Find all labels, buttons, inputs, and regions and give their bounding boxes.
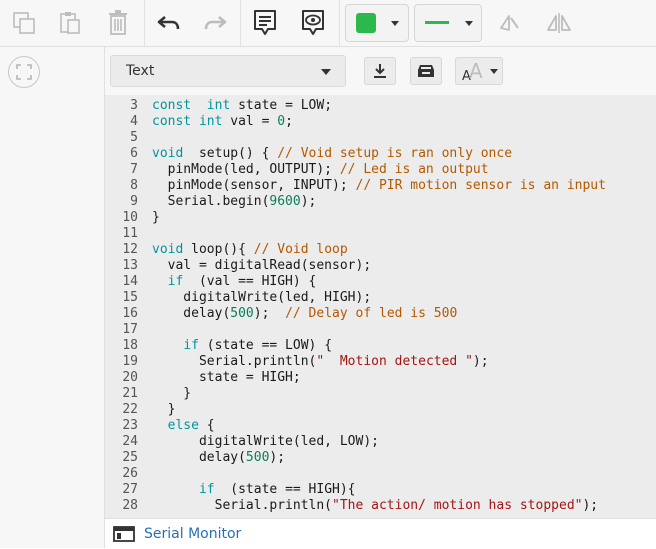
fill-color-icon [356,13,376,33]
line-text: const int val = 0; [152,114,293,129]
line-text: else { [167,418,215,433]
line-text: state = HIGH; [152,370,301,385]
fullscreen-icon [16,64,32,80]
notes-icon[interactable] [249,6,281,40]
svg-text:A: A [469,60,483,82]
line-number: 11 [122,226,138,241]
code-panel-toolbar: Text AA [105,47,656,95]
line-number: 22 [122,402,138,417]
line-number: 6 [130,146,138,161]
status-bar: Serial Monitor [105,518,656,549]
code-mode-select[interactable]: Text [110,55,346,87]
line-text: delay(500); [152,450,286,465]
font-size-dropdown[interactable]: AA [455,57,503,85]
line-text: } [152,402,176,417]
line-text: digitalWrite(led, LOW); [152,434,379,449]
line-number: 18 [122,338,138,353]
left-panel [0,47,105,548]
line-text: digitalWrite(led, HIGH); [152,290,372,305]
line-text: delay(500); // Delay of led is 500 [152,306,458,321]
line-text: if (state == LOW) { [183,338,333,353]
chevron-down-icon [490,68,498,74]
line-number: 25 [122,450,138,465]
line-text: if (val == HIGH) { [167,274,317,289]
line-text: } [152,386,192,401]
stroke-style-icon [425,21,449,24]
fill-color-dropdown[interactable] [345,4,409,42]
line-number: 12 [122,242,138,257]
line-number: 4 [130,114,138,129]
duplicate-icon[interactable] [8,6,40,40]
line-number: 24 [122,434,138,449]
upload-button[interactable] [410,57,442,85]
line-text: Serial.println(" Motion detected "); [152,354,489,369]
line-number: 23 [122,418,138,433]
download-icon [374,64,386,78]
line-text: } [152,210,160,225]
line-text: Serial.begin(9600); [152,194,317,209]
paste-icon[interactable] [54,6,86,40]
toolbar-divider [240,0,241,46]
line-number: 27 [122,482,138,497]
line-text: void loop(){ // Void loop [152,242,348,257]
flip-icon[interactable] [493,6,525,40]
redo-icon[interactable] [199,6,231,40]
serial-monitor-icon [113,526,135,546]
fullscreen-button[interactable] [8,56,40,88]
line-text: Serial.println("The action/ motion has s… [152,498,599,513]
chevron-down-icon [321,69,331,75]
toolbar-divider [144,0,145,46]
serial-monitor-button[interactable]: Serial Monitor [144,526,241,542]
line-number: 14 [122,274,138,289]
line-text: if (state == HIGH){ [198,482,356,497]
undo-icon[interactable] [153,6,185,40]
line-number: 16 [122,306,138,321]
line-number: 15 [122,290,138,305]
code-editor[interactable]: ----------------------------------------… [105,95,656,518]
toolbar-divider [339,0,340,46]
line-number: 9 [130,194,138,209]
line-number: 13 [122,258,138,273]
line-number: 5 [130,130,138,145]
line-number: 10 [122,210,138,225]
line-number: 8 [130,178,138,193]
upload-icon [418,65,434,77]
stroke-style-dropdown[interactable] [414,4,482,42]
line-number: 28 [122,498,138,513]
chevron-down-icon [465,21,473,26]
line-text: val = digitalRead(sensor); [152,258,372,273]
line-number: 19 [122,354,138,369]
line-text: void setup() { // Void setup is ran only… [152,146,513,161]
download-button[interactable] [364,57,396,85]
mirror-icon[interactable] [543,6,575,40]
view-icon[interactable] [297,6,329,40]
line-number: 17 [122,322,138,337]
chevron-down-icon [391,21,399,26]
main-toolbar [0,0,656,47]
font-size-icon: AA [462,60,483,82]
line-text: const int state = LOW; [152,98,333,113]
code-mode-value: Text [126,63,155,79]
line-number: 7 [130,162,138,177]
line-text: pinMode(led, OUTPUT); // Led is an outpu… [152,162,489,177]
line-text: pinMode(sensor, INPUT); // PIR motion se… [152,178,606,193]
line-number: 21 [122,386,138,401]
line-number: 26 [122,466,138,481]
trash-icon[interactable] [102,6,134,40]
line-number: 20 [122,370,138,385]
line-number: 3 [130,98,138,113]
